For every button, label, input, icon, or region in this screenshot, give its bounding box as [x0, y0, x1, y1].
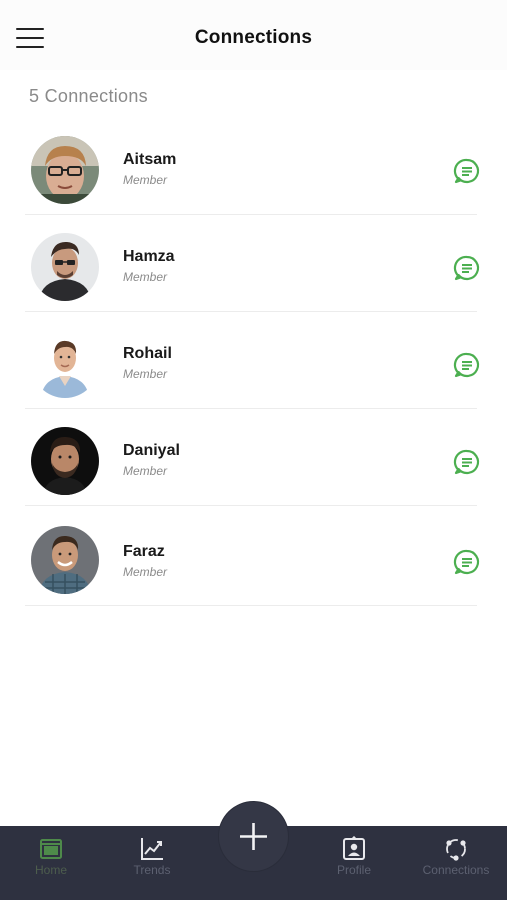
page-title: Connections — [194, 27, 313, 48]
nav-item-home[interactable]: Home — [6, 826, 96, 900]
connection-name: Rohail — [123, 345, 172, 362]
chat-icon[interactable] — [453, 548, 481, 576]
divider — [25, 408, 477, 409]
connection-role: Member — [123, 464, 168, 478]
avatar[interactable] — [31, 136, 99, 204]
connection-name: Faraz — [123, 543, 165, 560]
connection-role: Member — [123, 367, 168, 381]
list-item[interactable]: Faraz Member — [0, 510, 507, 606]
list-item[interactable]: Hamza Member — [0, 217, 507, 313]
avatar[interactable] — [31, 233, 99, 301]
nav-label-home: Home — [34, 863, 67, 877]
home-window-icon — [38, 836, 64, 862]
add-button[interactable] — [219, 802, 288, 871]
chat-icon[interactable] — [453, 448, 481, 476]
connections-network-icon — [443, 836, 469, 862]
plus-icon — [240, 823, 267, 850]
connection-name: Aitsam — [123, 151, 177, 168]
avatar[interactable] — [31, 330, 99, 398]
list-item[interactable]: Rohail Member — [0, 314, 507, 410]
avatar[interactable] — [31, 526, 99, 594]
nav-label-connections: Connections — [422, 863, 490, 877]
nav-item-trends[interactable]: Trends — [107, 826, 197, 900]
divider — [25, 311, 477, 312]
connection-role: Member — [123, 270, 168, 284]
nav-label-profile: Profile — [336, 863, 371, 877]
connection-role: Member — [123, 565, 168, 579]
trend-chart-icon — [139, 836, 165, 862]
chat-icon[interactable] — [453, 157, 481, 185]
nav-item-profile[interactable]: Profile — [309, 826, 399, 900]
top-bar: Connections — [0, 0, 507, 70]
avatar[interactable] — [31, 427, 99, 495]
app-screen: Connections 5 Connections Aitsam Member … — [0, 0, 507, 900]
chat-icon[interactable] — [453, 254, 481, 282]
list-item[interactable]: Aitsam Member — [0, 120, 507, 216]
divider — [25, 214, 477, 215]
connection-role: Member — [123, 173, 168, 187]
nav-item-connections[interactable]: Connections — [411, 826, 501, 900]
connection-name: Daniyal — [123, 442, 180, 459]
divider — [25, 505, 477, 506]
nav-label-trends: Trends — [133, 863, 171, 877]
divider — [25, 605, 477, 606]
connection-name: Hamza — [123, 248, 175, 265]
profile-badge-icon — [341, 835, 367, 862]
connections-count: 5 Connections — [29, 86, 148, 106]
chat-icon[interactable] — [453, 351, 481, 379]
list-item[interactable]: Daniyal Member — [0, 411, 507, 507]
